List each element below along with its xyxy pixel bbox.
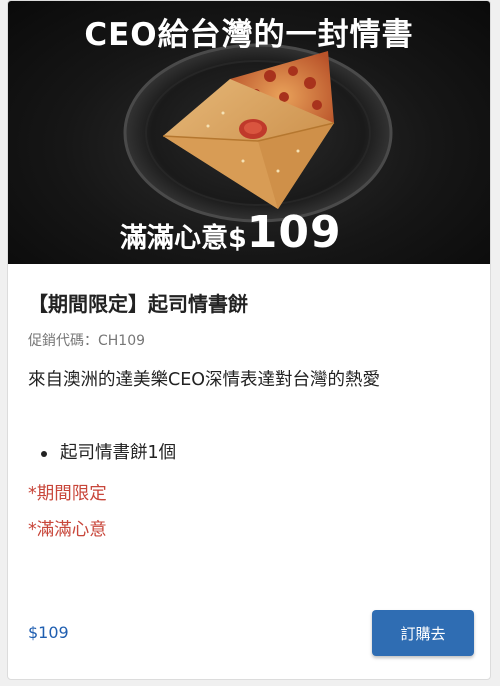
item-list: 起司情書餅1個 xyxy=(28,438,176,468)
product-banner-image[interactable]: CEO給台灣的一封情書 滿滿心意$109 xyxy=(8,1,490,264)
banner-price-amount: 109 xyxy=(246,207,342,258)
product-card: CEO給台灣的一封情書 滿滿心意$109 【期間限定】起司情書餅 促銷代碼：CH… xyxy=(7,0,491,680)
product-title[interactable]: 【期間限定】起司情書餅 xyxy=(28,288,248,317)
note-full-heart: *滿滿心意 xyxy=(28,520,107,540)
banner-price: 滿滿心意$109 xyxy=(120,207,342,258)
product-description: 來自澳洲的達美樂CEO深情表達對台灣的熱愛 xyxy=(28,370,381,390)
promo-code: 促銷代碼：CH109 xyxy=(28,333,146,349)
banner-price-currency: $ xyxy=(228,223,247,254)
order-button[interactable]: 訂購去 xyxy=(372,610,474,656)
banner-price-label: 滿滿心意 xyxy=(120,223,228,254)
product-details: 【期間限定】起司情書餅 促銷代碼：CH109 來自澳洲的達美樂CEO深情表達對台… xyxy=(8,264,490,679)
note-limited-time: *期間限定 xyxy=(28,484,107,504)
banner-headline: CEO給台灣的一封情書 xyxy=(84,17,414,53)
product-price: $109 xyxy=(28,623,69,642)
list-item: 起司情書餅1個 xyxy=(28,438,176,468)
